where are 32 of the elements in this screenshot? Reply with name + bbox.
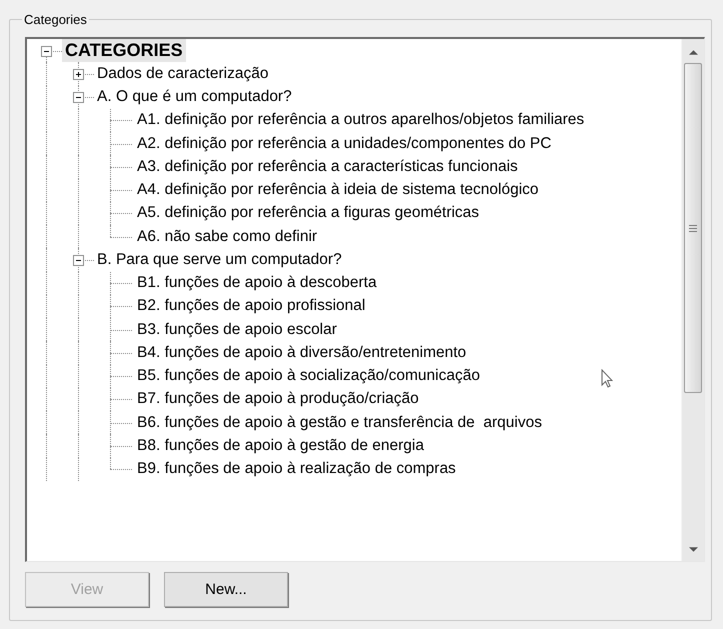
collapse-icon[interactable] [41,46,52,57]
tree-item[interactable]: A3. definição por referência a características funcionais [134,156,521,177]
tree-item[interactable]: CATEGORIES [62,39,186,62]
tree-item[interactable]: A1. definição por referência a outros aparelhos/objetos familiares [134,110,588,130]
tree-item[interactable]: B1. funções de apoio à descoberta [134,273,380,294]
grip-icon [689,224,697,232]
collapse-icon[interactable] [73,254,84,266]
tree-item[interactable]: B. Para que serve um computador? [94,250,345,270]
tree-item[interactable]: B8. funções de apoio à gestão de energia [134,436,427,456]
tree-item[interactable]: B9. funções de apoio à realização de compras [134,459,459,480]
tree-item[interactable]: A5. definição por referência a figuras geométricas [134,203,482,224]
category-tree[interactable] [25,37,705,562]
group-title: Categories [23,12,88,27]
tree-item[interactable]: B6. funções de apoio à gestão e transferência de arquivos [134,412,545,433]
expand-icon[interactable] [73,68,84,80]
scroll-up-icon[interactable] [688,49,698,55]
tree-item[interactable]: B5. funções de apoio à socialização/comunicação [134,366,483,386]
scroll-thumb[interactable] [684,63,702,393]
collapse-icon[interactable] [73,92,84,104]
tree-item[interactable]: B4. funções de apoio à diversão/entretenimento [134,342,470,363]
tree-item[interactable]: A2. definição por referência a unidades/componentes do PC [134,134,554,154]
tree-item[interactable]: B2. funções de apoio profissional [134,296,368,316]
tree-item[interactable]: A6. não sabe como definir [134,226,320,247]
tree-item[interactable]: B3. funções de apoio escolar [134,320,340,340]
mouse-pointer-icon [601,369,613,388]
tree-item[interactable]: A. O que é um computador? [94,87,295,108]
tree-item[interactable]: A4. definição por referência à ideia de sistema tecnológico [134,180,542,200]
tree-item[interactable]: B7. funções de apoio à produção/criação [134,389,422,410]
action-button[interactable]: New... [164,572,288,607]
scroll-down-icon[interactable] [688,547,698,553]
scrollbar[interactable] [681,39,704,561]
tree-item[interactable]: Dados de caracterização [94,64,272,84]
